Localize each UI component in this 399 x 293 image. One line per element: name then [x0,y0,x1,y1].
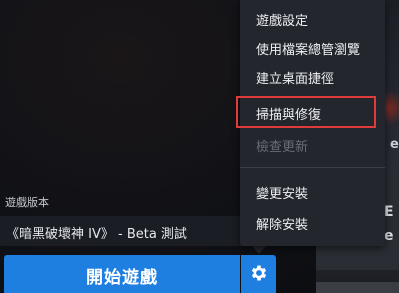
version-label: 遊戲版本 [5,196,49,209]
play-button[interactable]: 開始遊戲 [4,255,240,293]
menu-divider [240,167,385,168]
menu-item-uninstall[interactable]: 解除安裝 [256,214,308,233]
game-options-button[interactable] [241,255,276,293]
menu-item-show-in-explorer[interactable]: 使用檔案總管瀏覽 [256,39,360,58]
gear-icon [249,263,269,287]
background-text-c: e [390,137,399,152]
menu-item-game-settings[interactable]: 遊戲設定 [256,10,308,29]
menu-item-create-shortcut[interactable]: 建立桌面捷徑 [256,68,334,87]
background-text-a: E [384,204,394,220]
background-text-b: e [384,228,394,244]
menu-item-check-for-updates: 檢查更新 [256,140,309,155]
news-card-secondary[interactable] [316,282,399,293]
menu-caret [252,246,266,254]
launcher-window: e E e 遊戲版本 《暗黑破壞神 IV》 - Beta 測試 開始遊戲 遊戲設… [0,0,399,293]
menu-item-modify-install[interactable]: 變更安裝 [256,183,308,202]
highlight-box [236,96,376,128]
version-selected-value: 《暗黑破壞神 IV》 - Beta 測試 [6,227,187,242]
play-button-label: 開始遊戲 [86,267,158,288]
